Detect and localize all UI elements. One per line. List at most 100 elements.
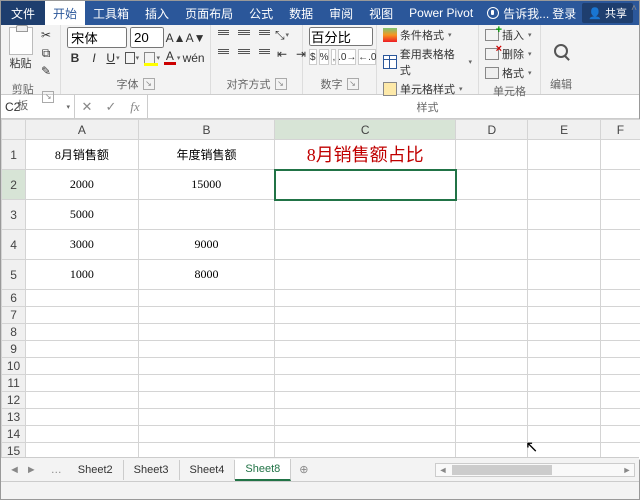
fx-button[interactable]: fx bbox=[123, 99, 147, 115]
horizontal-scrollbar[interactable]: ◄ ► bbox=[435, 463, 635, 477]
cell-F3[interactable] bbox=[600, 200, 640, 230]
tab-view[interactable]: 视图 bbox=[361, 1, 401, 25]
row-header-4[interactable]: 4 bbox=[2, 230, 26, 260]
paste-button[interactable]: 粘贴 bbox=[7, 27, 34, 75]
login-link[interactable]: 登录 bbox=[552, 5, 576, 22]
col-header-A[interactable]: A bbox=[26, 120, 139, 140]
sheet-tabs-overflow[interactable]: … bbox=[45, 464, 68, 476]
cell-F5[interactable] bbox=[600, 260, 640, 290]
cell-D2[interactable] bbox=[456, 170, 528, 200]
sheet-tab-sheet8[interactable]: Sheet8 bbox=[235, 459, 291, 481]
cell-B3[interactable] bbox=[138, 200, 275, 230]
tab-formulas[interactable]: 公式 bbox=[241, 1, 281, 25]
border-button[interactable]: ▾ bbox=[124, 50, 140, 66]
row-header-8[interactable]: 8 bbox=[2, 324, 26, 341]
cell-E2[interactable] bbox=[528, 170, 600, 200]
cell-D3[interactable] bbox=[456, 200, 528, 230]
cell-D1[interactable] bbox=[456, 140, 528, 170]
row-header-13[interactable]: 13 bbox=[2, 409, 26, 426]
font-size-select[interactable] bbox=[130, 27, 164, 48]
cell-A4[interactable]: 3000 bbox=[26, 230, 139, 260]
shrink-font-button[interactable]: A▼ bbox=[187, 30, 204, 46]
format-cells-button[interactable]: 格式▾ bbox=[485, 65, 532, 81]
tab-review[interactable]: 审阅 bbox=[321, 1, 361, 25]
cell-C5[interactable] bbox=[275, 260, 456, 290]
fill-color-button[interactable]: ▾ bbox=[143, 50, 161, 66]
select-all-corner[interactable] bbox=[2, 120, 26, 140]
tab-insert[interactable]: 插入 bbox=[137, 1, 177, 25]
row-header-9[interactable]: 9 bbox=[2, 341, 26, 358]
new-sheet-button[interactable]: ⊕ bbox=[291, 459, 316, 480]
format-painter-button[interactable]: ✎ bbox=[38, 63, 54, 79]
col-header-D[interactable]: D bbox=[456, 120, 528, 140]
find-icon[interactable] bbox=[554, 44, 568, 58]
font-name-select[interactable] bbox=[67, 27, 127, 48]
tell-me[interactable]: 告诉我... bbox=[487, 1, 549, 25]
cell-F4[interactable] bbox=[600, 230, 640, 260]
col-header-B[interactable]: B bbox=[138, 120, 275, 140]
row-header-6[interactable]: 6 bbox=[2, 290, 26, 307]
scroll-right-icon[interactable]: ► bbox=[620, 465, 634, 475]
font-launcher[interactable]: ↘ bbox=[143, 78, 155, 90]
table-format-button[interactable]: 套用表格格式▾ bbox=[383, 46, 472, 78]
number-format-select[interactable] bbox=[309, 27, 373, 46]
tab-toolbox[interactable]: 工具箱 bbox=[85, 1, 137, 25]
font-color-button[interactable]: A▾ bbox=[164, 50, 180, 66]
sheet-tab-sheet4[interactable]: Sheet4 bbox=[180, 460, 236, 480]
cell-A5[interactable]: 1000 bbox=[26, 260, 139, 290]
cell-E5[interactable] bbox=[528, 260, 600, 290]
row-header-11[interactable]: 11 bbox=[2, 375, 26, 392]
orientation-button[interactable]: ⤡▾ bbox=[274, 27, 290, 43]
comma-button[interactable]: , bbox=[331, 49, 336, 65]
cell-A1[interactable]: 8月销售额 bbox=[26, 140, 139, 170]
phonetic-button[interactable]: wén bbox=[183, 50, 204, 66]
number-launcher[interactable]: ↘ bbox=[347, 78, 359, 90]
collapse-ribbon-icon[interactable]: ˄ bbox=[631, 3, 637, 14]
share-button[interactable]: 👤 共享 bbox=[582, 3, 633, 23]
clipboard-launcher[interactable]: ↘ bbox=[42, 91, 54, 103]
cell-F1[interactable] bbox=[600, 140, 640, 170]
align-launcher[interactable]: ↘ bbox=[275, 78, 287, 90]
row-header-12[interactable]: 12 bbox=[2, 392, 26, 409]
confirm-button[interactable]: ✓ bbox=[99, 99, 123, 115]
cell-B2[interactable]: 15000 bbox=[138, 170, 275, 200]
tab-page-layout[interactable]: 页面布局 bbox=[177, 1, 241, 25]
col-header-F[interactable]: F bbox=[600, 120, 640, 140]
cell-C2[interactable] bbox=[275, 170, 456, 200]
align-top-button[interactable] bbox=[217, 27, 233, 43]
italic-button[interactable]: I bbox=[86, 50, 102, 66]
align-middle-button[interactable] bbox=[236, 27, 252, 43]
row-header-14[interactable]: 14 bbox=[2, 426, 26, 443]
inc-decimal-button[interactable]: .0→ bbox=[338, 49, 356, 65]
col-header-E[interactable]: E bbox=[528, 120, 600, 140]
cut-button[interactable]: ✂ bbox=[38, 27, 54, 43]
cell-D5[interactable] bbox=[456, 260, 528, 290]
worksheet-grid[interactable]: A B C D E F 1 8月销售额 年度销售额 8月销售额占比 2 2000… bbox=[1, 119, 639, 460]
cell-B5[interactable]: 8000 bbox=[138, 260, 275, 290]
underline-button[interactable]: U▾ bbox=[105, 50, 121, 66]
cell-style-button[interactable]: 单元格样式▾ bbox=[383, 81, 472, 97]
dec-decimal-button[interactable]: ←.0 bbox=[358, 49, 376, 65]
sheet-nav-prev[interactable]: ◄ bbox=[7, 462, 22, 478]
conditional-format-button[interactable]: 条件格式▾ bbox=[383, 27, 472, 43]
cell-A3[interactable]: 5000 bbox=[26, 200, 139, 230]
align-right-button[interactable] bbox=[255, 46, 271, 62]
grow-font-button[interactable]: A▲ bbox=[167, 30, 184, 46]
percent-button[interactable]: % bbox=[319, 49, 330, 65]
sheet-nav-next[interactable]: ► bbox=[24, 462, 39, 478]
sheet-tab-sheet2[interactable]: Sheet2 bbox=[68, 460, 124, 480]
accounting-button[interactable]: $ bbox=[309, 49, 317, 65]
row-header-2[interactable]: 2 bbox=[2, 170, 26, 200]
tab-data[interactable]: 数据 bbox=[281, 1, 321, 25]
align-bottom-button[interactable] bbox=[255, 27, 271, 43]
indent-dec-button[interactable]: ⇤ bbox=[274, 46, 290, 62]
copy-button[interactable]: ⧉ bbox=[38, 45, 54, 61]
row-header-5[interactable]: 5 bbox=[2, 260, 26, 290]
tab-powerpivot[interactable]: Power Pivot bbox=[401, 1, 481, 25]
insert-cells-button[interactable]: 插入▾ bbox=[485, 27, 532, 43]
row-header-1[interactable]: 1 bbox=[2, 140, 26, 170]
row-header-10[interactable]: 10 bbox=[2, 358, 26, 375]
scroll-left-icon[interactable]: ◄ bbox=[436, 465, 450, 475]
cell-C3[interactable] bbox=[275, 200, 456, 230]
cell-B1[interactable]: 年度销售额 bbox=[138, 140, 275, 170]
